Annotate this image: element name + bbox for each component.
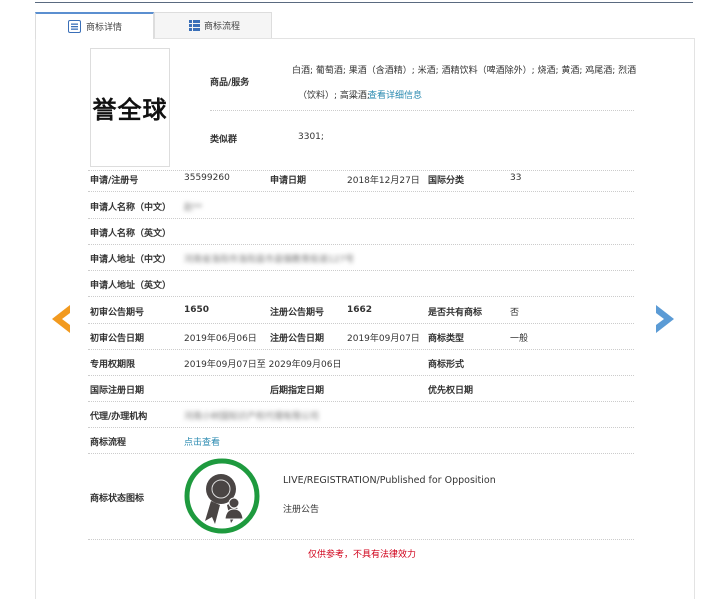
goods-label: 商品/服务 bbox=[210, 78, 250, 88]
later_date-label: 后期指定日期 bbox=[270, 386, 325, 396]
divider bbox=[88, 539, 634, 540]
trademark-text: 誉全球 bbox=[92, 95, 168, 124]
flow-link[interactable]: 点击查看 bbox=[184, 435, 220, 448]
view-details-link[interactable]: 查看详细信息 bbox=[368, 88, 422, 101]
row-divider bbox=[88, 270, 634, 271]
reg_no-label: 申请/注册号 bbox=[90, 176, 139, 186]
address_en-label: 申请人地址（英文） bbox=[90, 281, 172, 291]
row-divider bbox=[88, 296, 634, 297]
goods-line2: （饮料）; 高粱酒; bbox=[298, 91, 370, 101]
tab-label: 商标流程 bbox=[204, 22, 241, 32]
row-divider bbox=[88, 191, 634, 192]
disclaimer: 仅供参考，不具有法律效力 bbox=[308, 550, 417, 560]
row-divider bbox=[88, 401, 634, 402]
mark_form-label: 商标形式 bbox=[428, 360, 465, 370]
top-divider bbox=[35, 2, 693, 3]
prelim_no-value: 1650 bbox=[184, 305, 210, 315]
applicant_cn-value: 赵** bbox=[184, 203, 203, 213]
shared-label: 是否共有商标 bbox=[428, 308, 483, 318]
divider bbox=[210, 110, 634, 111]
status-chinese: 注册公告 bbox=[283, 505, 320, 515]
row-divider bbox=[88, 349, 634, 350]
row-divider bbox=[88, 323, 634, 324]
row-divider bbox=[88, 170, 634, 171]
prelim_no-label: 初审公告期号 bbox=[90, 308, 145, 318]
reg_pub_no-value: 1662 bbox=[347, 305, 373, 315]
mark_type-value: 一般 bbox=[510, 334, 529, 344]
intl_class-label: 国际分类 bbox=[428, 176, 465, 186]
row-divider bbox=[88, 218, 634, 219]
address_cn-value: 河南省洛阳市洛阳县市县镇教育街道127号 bbox=[184, 255, 355, 265]
exclusive-value: 2019年09月07日至 2029年09月06日 bbox=[184, 360, 342, 370]
app_date-label: 申请日期 bbox=[270, 176, 307, 186]
tab-trademark-flow[interactable]: 商标流程 bbox=[154, 12, 272, 38]
reg_pub_no-label: 注册公告期号 bbox=[270, 308, 325, 318]
intl_class-value: 33 bbox=[510, 173, 522, 183]
shared-value: 否 bbox=[510, 308, 520, 318]
agent-label: 代理/办理机构 bbox=[90, 412, 148, 422]
next-arrow-button[interactable] bbox=[654, 303, 678, 335]
reg_pub_date-label: 注册公告日期 bbox=[270, 334, 325, 344]
agent-value: 河南小树国知识产权代理有限公司 bbox=[184, 412, 320, 422]
prev-arrow-button[interactable] bbox=[48, 303, 72, 335]
award-ribbon-icon bbox=[184, 458, 260, 534]
goods-line1: 白酒; 葡萄酒; 果酒（含酒精）; 米酒; 酒精饮料（啤酒除外）; 烧酒; 黄酒… bbox=[292, 66, 637, 76]
applicant_cn-label: 申请人名称（中文） bbox=[90, 203, 172, 213]
priority_date-label: 优先权日期 bbox=[428, 386, 474, 396]
similar-group-value: 3301; bbox=[298, 132, 324, 142]
address_cn-label: 申请人地址（中文） bbox=[90, 255, 172, 265]
similar-group-label: 类似群 bbox=[210, 135, 238, 145]
trademark-image: 誉全球 bbox=[90, 48, 170, 167]
tab-label: 商标详情 bbox=[86, 23, 123, 33]
app_date-value: 2018年12月27日 bbox=[347, 176, 420, 186]
prelim_date-value: 2019年06月06日 bbox=[184, 334, 257, 344]
intl_reg_date-label: 国际注册日期 bbox=[90, 386, 145, 396]
exclusive-label: 专用权期限 bbox=[90, 360, 136, 370]
row-divider bbox=[88, 427, 634, 428]
row-divider bbox=[88, 375, 634, 376]
row-divider bbox=[88, 453, 634, 454]
flow-label: 商标流程 bbox=[90, 438, 127, 448]
tab-trademark-details[interactable]: 商标详情 bbox=[35, 12, 154, 39]
row-divider bbox=[88, 244, 634, 245]
status-icon-label: 商标状态图标 bbox=[90, 494, 145, 504]
status-english: LIVE/REGISTRATION/Published for Oppositi… bbox=[283, 475, 496, 486]
applicant_en-label: 申请人名称（英文） bbox=[90, 229, 172, 239]
list-icon bbox=[189, 20, 200, 31]
prelim_date-label: 初审公告日期 bbox=[90, 334, 145, 344]
reg_no-value: 35599260 bbox=[184, 173, 230, 183]
mark_type-label: 商标类型 bbox=[428, 334, 465, 344]
reg_pub_date-value: 2019年09月07日 bbox=[347, 334, 420, 344]
document-icon bbox=[68, 20, 81, 33]
